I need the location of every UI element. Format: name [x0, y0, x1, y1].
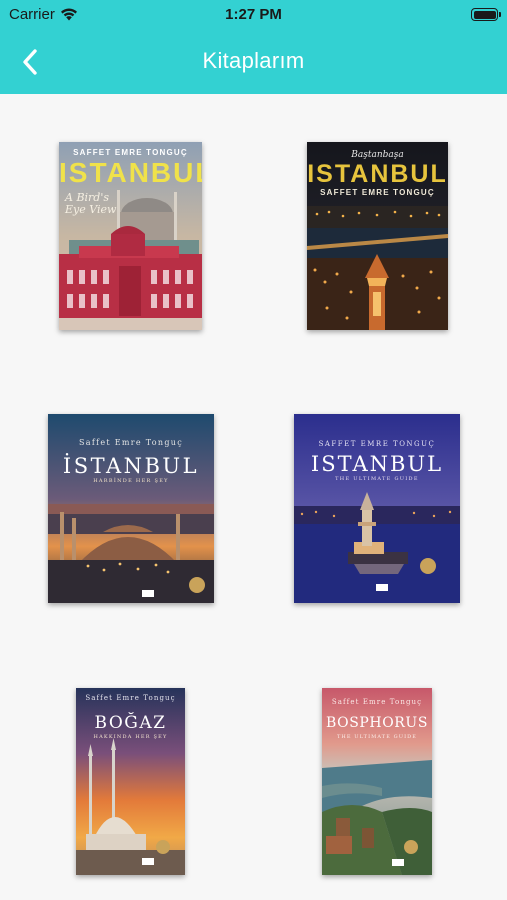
book-cover-istanbul-bastanbasa[interactable]: Baştanbaşa ISTANBUL SAFFET EMRE TONGUÇ: [307, 142, 448, 330]
status-time: 1:27 PM: [225, 6, 282, 23]
book-cover-art: [294, 414, 460, 603]
book-cover-istanbul-ultimate-guide[interactable]: SAFFET EMRE TONGUÇ ISTANBUL THE ULTIMATE…: [294, 414, 460, 603]
navigation-bar: Kitaplarım: [0, 30, 507, 94]
book-cover-istanbul-harbinde[interactable]: Saffet Emre Tonguç İSTANBUL HARBİNDE HER…: [48, 414, 214, 603]
book-cover-bogaz[interactable]: Saffet Emre Tonguç BOĞAZ HAKKINDA HER ŞE…: [76, 688, 185, 875]
book-cover-art: [48, 414, 214, 603]
battery-icon: [471, 8, 501, 21]
book-cover-art: [59, 142, 202, 330]
page-title: Kitaplarım: [202, 48, 305, 73]
book-cover-art: [307, 142, 448, 330]
book-cover-istanbul-birds-eye[interactable]: SAFFET EMRE TONGUÇ ISTANBUL A Bird's Eye…: [59, 142, 202, 330]
top-bar: Carrier 1:27 PM Kitaplarım: [0, 0, 507, 94]
status-bar: Carrier 1:27 PM: [0, 0, 507, 30]
book-cover-art: [322, 688, 432, 875]
book-cover-art: [76, 688, 185, 875]
book-cover-bosphorus[interactable]: Saffet Emre Tonguç BOSPHORUS THE ULTIMAT…: [322, 688, 432, 875]
